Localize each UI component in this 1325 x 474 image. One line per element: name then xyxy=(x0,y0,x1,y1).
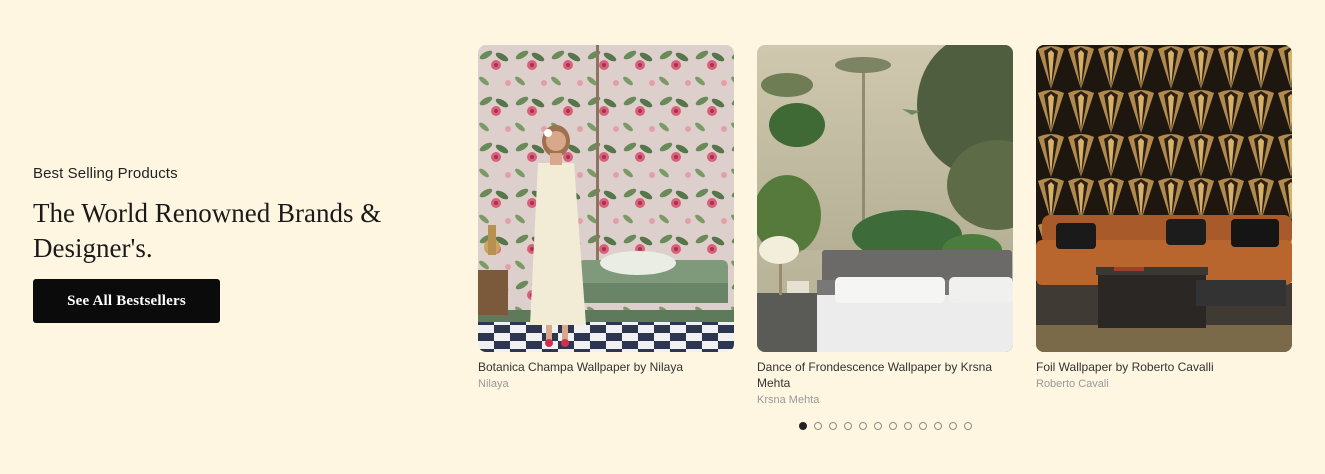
product-brand[interactable]: Roberto Cavali xyxy=(1036,378,1292,390)
carousel-dot[interactable] xyxy=(919,422,927,430)
carousel-dot[interactable] xyxy=(799,422,807,430)
carousel-dot[interactable] xyxy=(964,422,972,430)
section-headline: The World Renowned Brands & Designer's. xyxy=(33,198,382,263)
product-card-foil-wallpaper[interactable]: Foil Wallpaper by Roberto Cavalli Robert… xyxy=(1036,45,1292,390)
product-image-foil-wallpaper[interactable] xyxy=(1036,45,1292,352)
product-card-botanica-champa[interactable]: Botanica Champa Wallpaper by Nilaya Nila… xyxy=(478,45,734,390)
carousel-dot[interactable] xyxy=(949,422,957,430)
product-image-dance-of-frondescence[interactable] xyxy=(757,45,1013,352)
carousel-pagination xyxy=(799,422,972,432)
section-eyebrow: Best Selling Products xyxy=(33,165,178,182)
carousel-dot[interactable] xyxy=(844,422,852,430)
product-title[interactable]: Botanica Champa Wallpaper by Nilaya xyxy=(478,359,734,375)
carousel-dot[interactable] xyxy=(904,422,912,430)
product-image-botanica-champa[interactable] xyxy=(478,45,734,352)
carousel-dot[interactable] xyxy=(814,422,822,430)
product-title[interactable]: Dance of Frondescence Wallpaper by Krsna… xyxy=(757,359,1013,391)
carousel-dot[interactable] xyxy=(934,422,942,430)
product-card-dance-of-frondescence[interactable]: Dance of Frondescence Wallpaper by Krsna… xyxy=(757,45,1013,406)
carousel-dot[interactable] xyxy=(874,422,882,430)
product-brand[interactable]: Nilaya xyxy=(478,378,734,390)
see-all-bestsellers-button[interactable]: See All Bestsellers xyxy=(33,279,220,323)
carousel-dot[interactable] xyxy=(889,422,897,430)
section-intro: Best Selling Products The World Renowned… xyxy=(33,165,433,266)
carousel-dot[interactable] xyxy=(829,422,837,430)
product-brand[interactable]: Krsna Mehta xyxy=(757,394,1013,406)
product-title[interactable]: Foil Wallpaper by Roberto Cavalli xyxy=(1036,359,1292,375)
carousel-dot[interactable] xyxy=(859,422,867,430)
